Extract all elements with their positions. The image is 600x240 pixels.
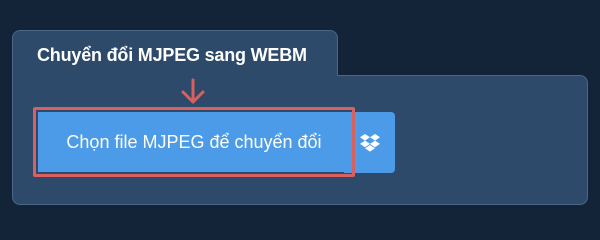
dropbox-icon [359,133,380,152]
choose-file-button[interactable]: Chọn file MJPEG để chuyển đổi [38,112,350,172]
tab-panel-seam [13,74,337,77]
tab-title: Chuyển đổi MJPEG sang WEBM [37,45,307,65]
arrow-down-icon [181,78,205,104]
